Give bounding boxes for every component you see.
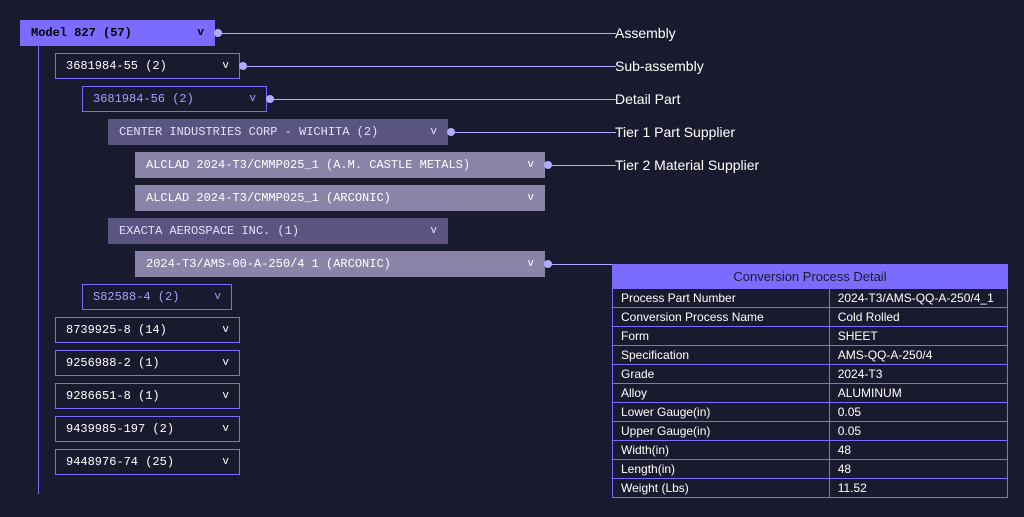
detail-row: Alloy ALUMINUM <box>613 383 1007 402</box>
node-label: 9439985-197 (2) <box>66 422 174 436</box>
legend: Assembly Sub-assembly Detail Part Tier 1… <box>615 20 759 185</box>
node-label: S82588-4 (2) <box>93 290 179 304</box>
conversion-process-detail-panel: Conversion Process Detail Process Part N… <box>612 264 1008 498</box>
detail-key: Length(in) <box>613 460 830 478</box>
tree-node-detail-part[interactable]: 3681984-56 (2) v <box>82 86 267 112</box>
chevron-down-icon: v <box>222 456 229 468</box>
node-label: ALCLAD 2024-T3/CMMP025_1 (ARCONIC) <box>146 191 391 205</box>
node-label: 9256988-2 (1) <box>66 356 160 370</box>
tree-node-detail-part[interactable]: S82588-4 (2) v <box>82 284 232 310</box>
detail-row: Width(in) 48 <box>613 440 1007 459</box>
tree-node-subassembly[interactable]: 8739925-8 (14) v <box>55 317 240 343</box>
tree-node-subassembly[interactable]: 9448976-74 (25) v <box>55 449 240 475</box>
legend-tier1: Tier 1 Part Supplier <box>615 119 759 145</box>
tree-node-subassembly[interactable]: 9439985-197 (2) v <box>55 416 240 442</box>
tree-node-tier1-supplier[interactable]: EXACTA AEROSPACE INC. (1) v <box>108 218 448 244</box>
detail-row: Length(in) 48 <box>613 459 1007 478</box>
node-label: CENTER INDUSTRIES CORP - WICHITA (2) <box>119 125 378 139</box>
node-label: 3681984-56 (2) <box>93 92 194 106</box>
node-label: EXACTA AEROSPACE INC. (1) <box>119 224 299 238</box>
detail-key: Width(in) <box>613 441 830 459</box>
legend-subassembly: Sub-assembly <box>615 53 759 79</box>
detail-row: Specification AMS-QQ-A-250/4 <box>613 345 1007 364</box>
chevron-down-icon: v <box>249 93 256 105</box>
tree-node-tier2-supplier[interactable]: ALCLAD 2024-T3/CMMP025_1 (ARCONIC) v <box>135 185 545 211</box>
detail-val: 48 <box>830 460 1007 478</box>
legend-tier2: Tier 2 Material Supplier <box>615 152 759 178</box>
detail-val: AMS-QQ-A-250/4 <box>830 346 1007 364</box>
detail-val: ALUMINUM <box>830 384 1007 402</box>
detail-key: Lower Gauge(in) <box>613 403 830 421</box>
detail-val: Cold Rolled <box>830 308 1007 326</box>
chevron-down-icon: v <box>222 60 229 72</box>
detail-key: Form <box>613 327 830 345</box>
detail-row: Process Part Number 2024-T3/AMS-QQ-A-250… <box>613 288 1007 307</box>
tree-node-subassembly[interactable]: 9286651-8 (1) v <box>55 383 240 409</box>
legend-detail-part: Detail Part <box>615 86 759 112</box>
tree-node-subassembly[interactable]: 9256988-2 (1) v <box>55 350 240 376</box>
detail-row: Form SHEET <box>613 326 1007 345</box>
detail-key: Upper Gauge(in) <box>613 422 830 440</box>
detail-panel-title: Conversion Process Detail <box>613 265 1007 288</box>
tree-node-tier2-supplier[interactable]: 2024-T3/AMS-00-A-250/4 1 (ARCONIC) v <box>135 251 545 277</box>
chevron-down-icon: v <box>222 423 229 435</box>
node-label: 9286651-8 (1) <box>66 389 160 403</box>
node-label: 3681984-55 (2) <box>66 59 167 73</box>
detail-key: Process Part Number <box>613 289 830 307</box>
detail-val: 48 <box>830 441 1007 459</box>
detail-val: 2024-T3 <box>830 365 1007 383</box>
detail-val: 2024-T3/AMS-QQ-A-250/4_1 <box>830 289 1007 307</box>
chevron-down-icon: v <box>430 225 437 237</box>
chevron-down-icon: v <box>527 258 534 270</box>
chevron-down-icon: v <box>527 192 534 204</box>
detail-row: Lower Gauge(in) 0.05 <box>613 402 1007 421</box>
legend-assembly: Assembly <box>615 20 759 46</box>
tree-node-assembly[interactable]: Model 827 (57) v <box>20 20 215 46</box>
node-label: Model 827 (57) <box>31 26 132 40</box>
chevron-down-icon: v <box>222 390 229 402</box>
detail-row: Upper Gauge(in) 0.05 <box>613 421 1007 440</box>
chevron-down-icon: v <box>527 159 534 171</box>
node-label: 8739925-8 (14) <box>66 323 167 337</box>
tree-node-tier1-supplier[interactable]: CENTER INDUSTRIES CORP - WICHITA (2) v <box>108 119 448 145</box>
chevron-down-icon: v <box>222 324 229 336</box>
tree-node-tier2-supplier[interactable]: ALCLAD 2024-T3/CMMP025_1 (A.M. CASTLE ME… <box>135 152 545 178</box>
detail-val: SHEET <box>830 327 1007 345</box>
hierarchy-tree: Model 827 (57) v 3681984-55 (2) v 368198… <box>20 20 545 482</box>
chevron-down-icon: v <box>222 357 229 369</box>
detail-val: 11.52 <box>830 479 1007 497</box>
node-label: 2024-T3/AMS-00-A-250/4 1 (ARCONIC) <box>146 257 391 271</box>
detail-key: Conversion Process Name <box>613 308 830 326</box>
detail-key: Specification <box>613 346 830 364</box>
detail-row: Weight (Lbs) 11.52 <box>613 478 1007 497</box>
detail-key: Alloy <box>613 384 830 402</box>
chevron-down-icon: v <box>214 291 221 303</box>
detail-val: 0.05 <box>830 422 1007 440</box>
detail-key: Weight (Lbs) <box>613 479 830 497</box>
chevron-down-icon: v <box>197 27 204 39</box>
node-label: ALCLAD 2024-T3/CMMP025_1 (A.M. CASTLE ME… <box>146 158 470 172</box>
detail-row: Grade 2024-T3 <box>613 364 1007 383</box>
tree-node-subassembly[interactable]: 3681984-55 (2) v <box>55 53 240 79</box>
detail-key: Grade <box>613 365 830 383</box>
detail-row: Conversion Process Name Cold Rolled <box>613 307 1007 326</box>
chevron-down-icon: v <box>430 126 437 138</box>
node-label: 9448976-74 (25) <box>66 455 174 469</box>
detail-val: 0.05 <box>830 403 1007 421</box>
